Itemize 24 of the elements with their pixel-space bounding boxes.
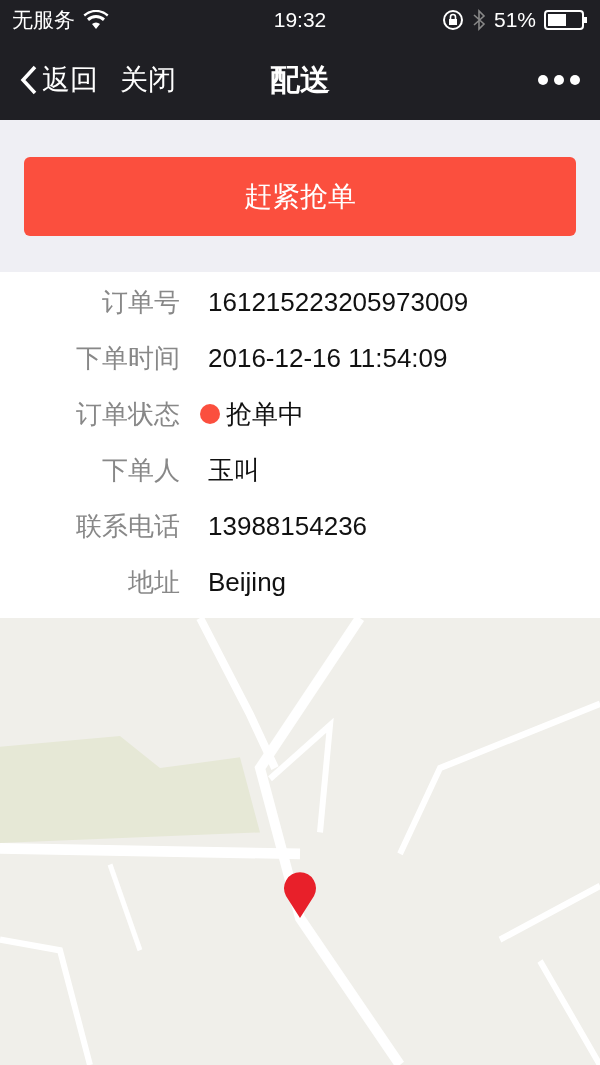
chevron-left-icon [20, 65, 38, 95]
bluetooth-icon [471, 9, 486, 31]
field-label: 地址 [127, 565, 180, 599]
page-title: 配送 [270, 62, 330, 96]
battery-icon [544, 10, 588, 30]
battery-percent: 51% [493, 8, 536, 32]
field-value: 2016-12-16 11:54:09 [208, 342, 448, 374]
wifi-icon [83, 10, 109, 30]
field-label: 下单时间 [75, 341, 180, 375]
field-label: 订单号 [101, 285, 180, 319]
field-value: 161215223205973009 [208, 286, 469, 318]
field-value: 抢单中 [226, 397, 304, 431]
back-button[interactable]: 返回 [20, 61, 98, 99]
clock-text: 19:32 [273, 8, 327, 32]
more-icon[interactable] [538, 75, 580, 85]
close-button[interactable]: 关闭 [120, 61, 176, 99]
field-label: 联系电话 [75, 509, 180, 543]
field-label: 订单状态 [75, 397, 180, 431]
rotation-lock-icon [441, 9, 464, 31]
field-label: 下单人 [101, 453, 180, 487]
field-value: Beijing [208, 566, 287, 598]
field-value: 玉叫 [208, 453, 260, 487]
carrier-text: 无服务 [12, 7, 75, 33]
field-value: 13988154236 [208, 510, 368, 542]
